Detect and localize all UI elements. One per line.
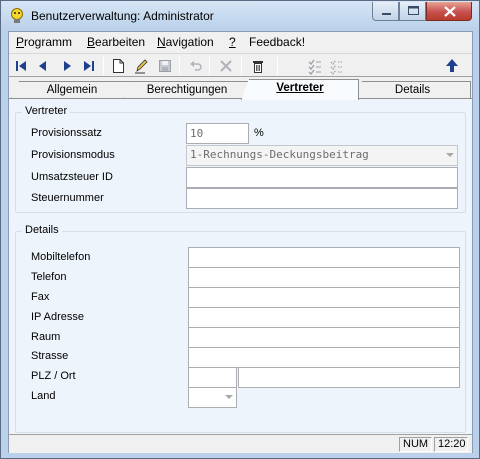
provisionssatz-unit: % [254,127,264,139]
tab-panel-vertreter: Vertreter Provisionssatz 10 % Provisions… [9,98,472,438]
steuernummer-label: Steuernummer [31,192,104,204]
plz-ort-label: PLZ / Ort [31,370,76,382]
edit-button[interactable] [131,56,151,76]
status-bar: NUM 12:20 [9,434,472,453]
lightbulb-icon [10,8,24,24]
close-button[interactable] [426,2,472,21]
undo-button[interactable] [186,56,206,76]
new-document-icon [113,59,124,73]
raum-label: Raum [31,331,61,343]
checklist-dotted-icon [330,59,343,75]
provisionsmodus-value: 1-Rechnungs-Deckungsbeitrag [190,148,369,161]
minimize-icon [382,13,391,15]
next-record-icon [64,61,71,71]
up-button[interactable] [442,56,462,76]
last-record-button[interactable] [79,56,99,76]
menu-help[interactable]: ? [229,35,236,49]
delete-trash-icon [253,61,263,73]
maximize-icon [408,6,419,15]
tab-strip: Allgemein Berechtigungen Vertreter Detai… [9,79,472,100]
telefon-label: Telefon [31,271,67,283]
mobil-label: Mobiltelefon [31,251,91,263]
menu-bar: Programm Bearbeiten Navigation ? Feedbac… [9,32,472,51]
tab-berechtigungen[interactable]: Berechtigungen [124,81,250,99]
new-button[interactable] [108,56,128,76]
ort-field[interactable] [238,367,460,388]
first-record-icon [16,61,26,71]
window-title: Benutzerverwaltung: Administrator [31,9,214,23]
plz-field[interactable] [188,367,237,388]
vertreter-group-title: Vertreter [22,105,71,117]
tab-vertreter[interactable]: Vertreter [241,79,359,100]
client-area: Programm Bearbeiten Navigation ? Feedbac… [8,31,473,453]
toolbar [9,53,472,77]
toolbar-separator [241,57,242,75]
toolbar-separator [103,57,104,75]
menu-programm[interactable]: Programm [16,35,72,49]
steuernummer-field[interactable] [186,188,458,209]
next-record-button[interactable] [57,56,77,76]
chevron-down-icon [225,395,233,399]
provisionsmodus-select[interactable]: 1-Rechnungs-Deckungsbeitrag [186,145,458,166]
ust-field[interactable] [186,167,458,188]
ip-field[interactable] [188,307,460,328]
edit-pencil-icon [135,59,148,74]
toolbar-separator [277,57,278,75]
raum-field[interactable] [188,327,460,348]
app-window: Benutzerverwaltung: Administrator Progra… [0,0,480,459]
ust-label: Umsatzsteuer ID [31,171,113,183]
details-group-title: Details [22,224,62,236]
menu-navigation[interactable]: Navigation [157,35,214,49]
provisionssatz-label: Provisionssatz [31,127,102,139]
num-lock-indicator: NUM [399,437,432,452]
first-record-button[interactable] [11,56,31,76]
close-icon [444,6,456,17]
tab-details[interactable]: Details [354,81,471,99]
land-label: Land [31,390,56,402]
title-bar[interactable]: Benutzerverwaltung: Administrator [1,1,479,31]
fax-field[interactable] [188,287,460,308]
clock-indicator: 12:20 [434,437,468,452]
cancel-button[interactable] [216,56,236,76]
toolbar-separator [179,57,180,75]
provisionssatz-field[interactable]: 10 [186,123,249,144]
telefon-field[interactable] [188,267,460,288]
cancel-x-icon [220,60,232,72]
undo-icon [190,61,202,71]
tab-allgemein[interactable]: Allgemein [11,81,133,99]
ip-label: IP Adresse [31,311,84,323]
checklist-dotted-button[interactable] [327,56,347,76]
save-button[interactable] [155,56,175,76]
land-select[interactable] [188,387,237,408]
up-arrow-icon [446,59,458,72]
mobil-field[interactable] [188,247,460,268]
menu-feedback[interactable]: Feedback! [249,35,305,49]
previous-record-icon [39,61,46,71]
last-record-icon [84,61,94,71]
checklist-icon [308,59,321,75]
strasse-field[interactable] [188,347,460,368]
provisionsmodus-label: Provisionsmodus [31,149,115,161]
strasse-label: Strasse [31,350,69,362]
checklist-button[interactable] [305,56,325,76]
maximize-button[interactable] [399,2,426,21]
delete-button[interactable] [248,56,268,76]
minimize-button[interactable] [372,2,399,21]
save-disk-icon [159,60,171,72]
chevron-down-icon [446,153,454,157]
fax-label: Fax [31,291,50,303]
toolbar-separator [209,57,210,75]
menu-bearbeiten[interactable]: Bearbeiten [87,35,145,49]
previous-record-button[interactable] [33,56,53,76]
